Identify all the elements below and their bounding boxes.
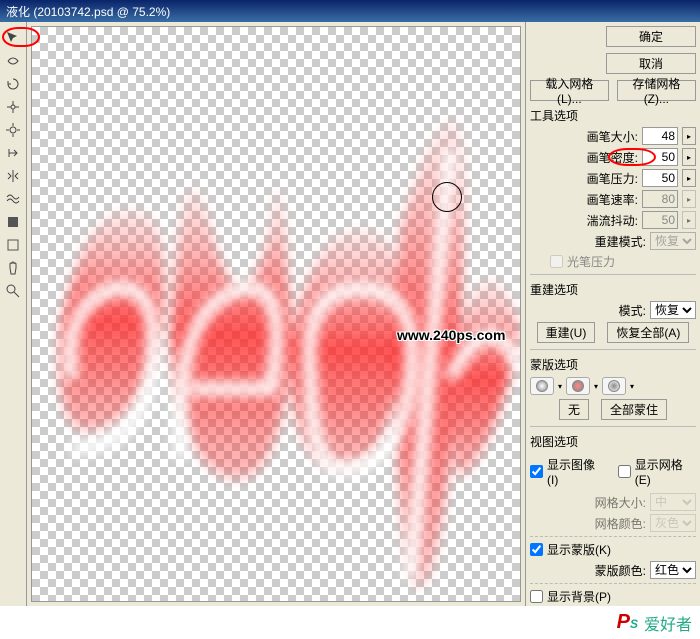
mask-options-label: 蒙版选项	[530, 356, 696, 373]
brush-size-arrow[interactable]: ▸	[682, 127, 696, 145]
show-grid-checkbox[interactable]	[618, 465, 631, 478]
watermark-text: 爱好者	[644, 611, 692, 635]
tool-zoom[interactable]	[2, 280, 24, 302]
tool-options-label: 工具选项	[530, 107, 696, 124]
rebuild-options-label: 重建选项	[530, 281, 696, 298]
mode-select[interactable]: 恢复	[650, 301, 696, 319]
turb-jitter-input	[642, 211, 678, 229]
tool-reconstruct[interactable]	[2, 50, 24, 72]
brush-density-arrow[interactable]: ▸	[682, 148, 696, 166]
titlebar: 液化 (20103742.psd @ 75.2%)	[0, 0, 700, 22]
mask-none-button[interactable]: 无	[559, 399, 589, 420]
brush-cursor	[432, 182, 462, 212]
brush-rate-input	[642, 190, 678, 208]
mask-mode-subtract-icon[interactable]	[602, 377, 626, 395]
turb-jitter-arrow: ▸	[682, 211, 696, 229]
mask-all-button[interactable]: 全部蒙住	[601, 399, 667, 420]
load-mesh-button[interactable]: 载入网格(L)...	[530, 80, 609, 101]
cancel-button[interactable]: 取消	[606, 53, 696, 74]
toolbar	[0, 22, 27, 606]
brush-rate-label: 画笔速率:	[587, 191, 638, 208]
options-panel: 确定 取消 载入网格(L)... 存储网格(Z)... 工具选项 画笔大小: ▸…	[525, 22, 700, 606]
show-image-label: 显示图像(I)	[547, 456, 604, 487]
mask-mode-add-icon[interactable]	[566, 377, 590, 395]
ok-button[interactable]: 确定	[606, 26, 696, 47]
tool-hand[interactable]	[2, 257, 24, 279]
tool-forward-warp[interactable]	[2, 27, 24, 49]
mask-color-select[interactable]: 红色	[650, 561, 696, 579]
rebuild-button[interactable]: 重建(U)	[537, 322, 596, 343]
brush-rate-arrow: ▸	[682, 190, 696, 208]
tool-twirl-cw[interactable]	[2, 73, 24, 95]
tool-turbulence[interactable]	[2, 188, 24, 210]
show-image-checkbox[interactable]	[530, 465, 543, 478]
canvas-content	[32, 27, 520, 601]
grid-color-select: 灰色	[650, 514, 696, 532]
rebuild-mode-label: 重建模式:	[595, 233, 646, 250]
grid-color-label: 网格颜色:	[595, 515, 646, 532]
canvas-watermark: www.240ps.com	[397, 327, 505, 343]
rebuild-mode-select: 恢复	[650, 232, 696, 250]
main: www.240ps.com 确定 取消 载入网格(L)... 存储网格(Z)..…	[0, 22, 700, 606]
brush-pressure-input[interactable]	[642, 169, 678, 187]
brush-size-label: 画笔大小:	[587, 128, 638, 145]
pen-pressure-label: 光笔压力	[567, 253, 615, 270]
view-options-label: 视图选项	[530, 433, 696, 450]
ps-logo: PS	[617, 611, 638, 634]
brush-density-input[interactable]	[642, 148, 678, 166]
show-bg-checkbox[interactable]	[530, 590, 543, 603]
mask-color-label: 蒙版颜色:	[595, 562, 646, 579]
tool-mirror[interactable]	[2, 165, 24, 187]
show-mask-checkbox[interactable]	[530, 543, 543, 556]
pen-pressure-checkbox	[550, 255, 563, 268]
tool-freeze-mask[interactable]	[2, 211, 24, 233]
grid-size-select: 中	[650, 493, 696, 511]
show-bg-label: 显示背景(P)	[547, 588, 611, 605]
save-mesh-button[interactable]: 存储网格(Z)...	[617, 80, 696, 101]
canvas-area: www.240ps.com	[27, 22, 525, 606]
tool-bloat[interactable]	[2, 119, 24, 141]
mode-label: 模式:	[619, 302, 646, 319]
tool-thaw-mask[interactable]	[2, 234, 24, 256]
brush-density-label: 画笔密度:	[587, 149, 638, 166]
brush-pressure-label: 画笔压力:	[587, 170, 638, 187]
restore-all-button[interactable]: 恢复全部(A)	[607, 322, 689, 343]
mask-mode-replace-icon[interactable]	[530, 377, 554, 395]
turb-jitter-label: 湍流抖动:	[587, 212, 638, 229]
brush-size-input[interactable]	[642, 127, 678, 145]
grid-size-label: 网格大小:	[595, 494, 646, 511]
tool-push-left[interactable]	[2, 142, 24, 164]
tool-pucker[interactable]	[2, 96, 24, 118]
show-mask-label: 显示蒙版(K)	[547, 541, 611, 558]
show-grid-label: 显示网格(E)	[635, 456, 696, 487]
brush-pressure-arrow[interactable]: ▸	[682, 169, 696, 187]
page-watermark: PS 爱好者	[609, 606, 700, 639]
canvas[interactable]: www.240ps.com	[31, 26, 521, 602]
